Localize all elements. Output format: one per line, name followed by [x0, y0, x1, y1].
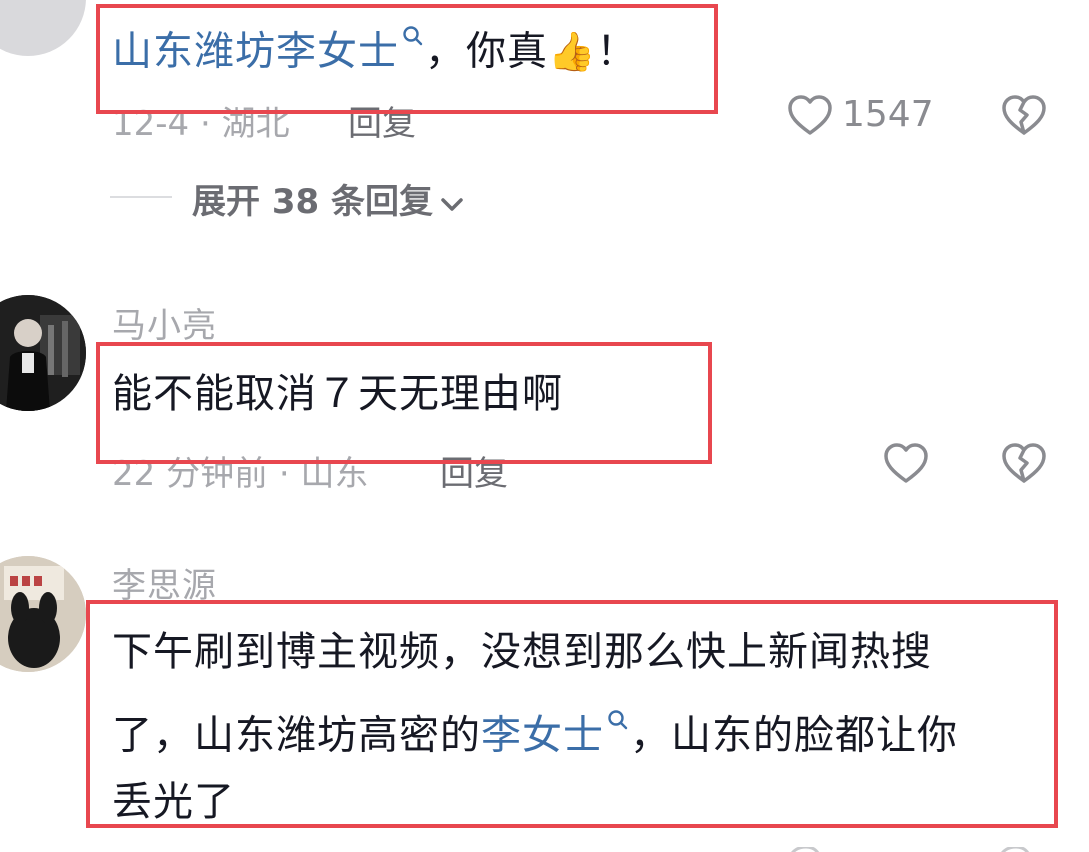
- search-icon[interactable]: [399, 26, 425, 74]
- comment-text: 能不能取消７天无理由啊: [112, 371, 563, 417]
- dislike-broken-heart-icon[interactable]: [1000, 440, 1048, 488]
- like-heart-icon[interactable]: [786, 92, 834, 140]
- avatar[interactable]: [0, 295, 86, 411]
- mention-link[interactable]: 山东潍坊李女士: [112, 28, 399, 74]
- like-count: 1547: [842, 94, 934, 135]
- expand-replies-button[interactable]: 展开 38 条回复: [192, 174, 465, 224]
- reply-button[interactable]: 回复: [440, 446, 508, 495]
- comment-meta: 22 分钟前 · 山东: [112, 454, 369, 494]
- comment-text-line: 丢光了: [112, 779, 235, 825]
- mention-link[interactable]: 李女士: [481, 712, 604, 758]
- comment-text: 山东潍坊李女士 ，你真👍！: [112, 26, 638, 75]
- username[interactable]: 李思源: [112, 558, 217, 607]
- next-row-partial: [0, 842, 1089, 852]
- comment-text-line: 了，山东潍坊高密的李女士 ，山东的脸都让你: [112, 710, 958, 759]
- divider: [110, 196, 172, 198]
- search-icon[interactable]: [604, 710, 630, 758]
- chevron-down-icon: [439, 184, 465, 224]
- avatar[interactable]: [0, 0, 86, 56]
- username[interactable]: 马小亮: [112, 298, 217, 347]
- avatar[interactable]: [0, 556, 86, 672]
- comment-meta: 12-4 · 湖北: [112, 104, 290, 144]
- reply-button[interactable]: 回复: [348, 96, 416, 145]
- comment-text-line: 下午刷到博主视频，没想到那么快上新闻热搜: [112, 629, 932, 675]
- dislike-broken-heart-icon[interactable]: [1000, 92, 1048, 140]
- thumbs-up-emoji: 👍: [548, 29, 597, 74]
- like-heart-icon[interactable]: [882, 440, 930, 488]
